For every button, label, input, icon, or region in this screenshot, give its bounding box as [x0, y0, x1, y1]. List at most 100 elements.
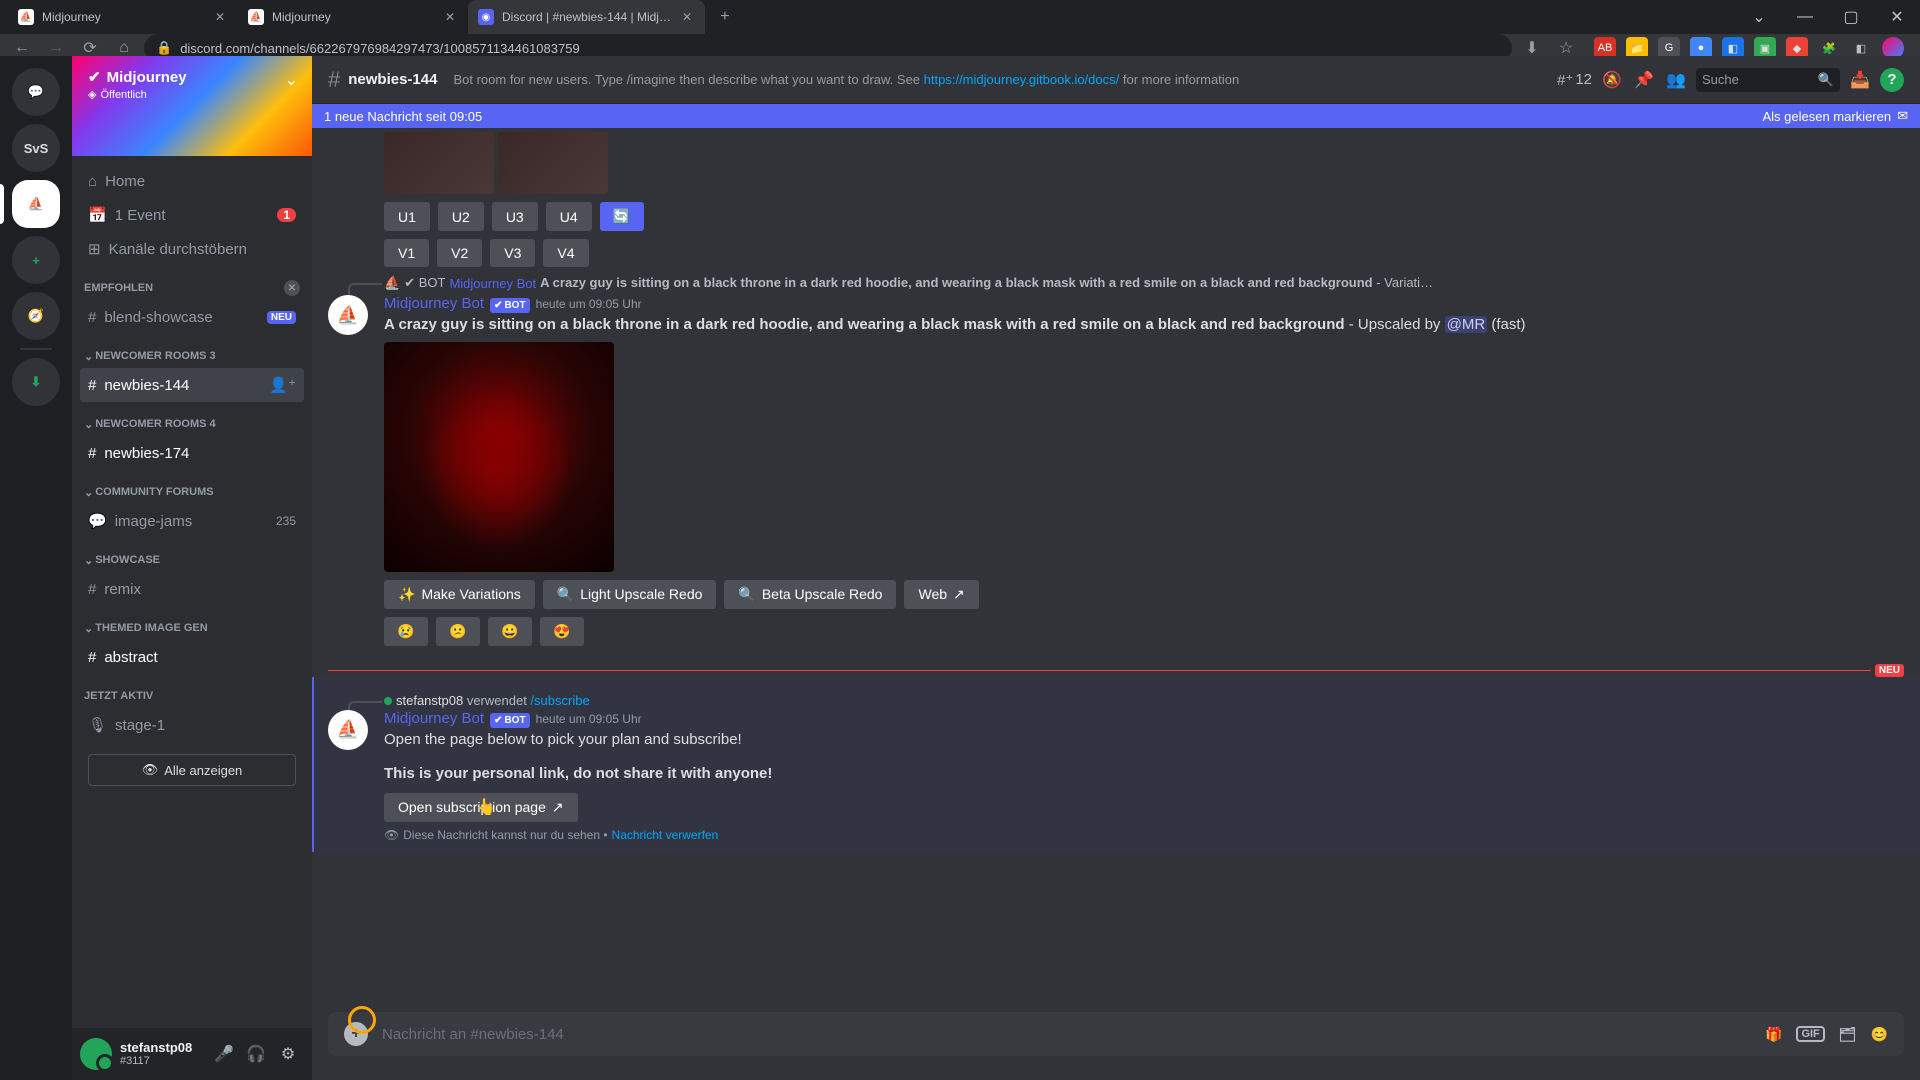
close-icon[interactable]: ✕ — [212, 9, 228, 25]
upscale-1-button[interactable]: U1 — [384, 202, 430, 231]
events-item[interactable]: 📅1 Event1 — [80, 198, 304, 232]
open-subscription-button[interactable]: Open subscription page↗ — [384, 793, 578, 822]
mute-button[interactable]: 🎤 — [208, 1038, 240, 1070]
server-bubble[interactable]: SvS — [12, 124, 60, 172]
web-button[interactable]: Web↗ — [904, 580, 978, 609]
minimize-icon[interactable]: — — [1782, 1, 1828, 33]
command-use-context[interactable]: stefanstp08 verwendet /subscribe — [384, 693, 1904, 708]
topic-link[interactable]: https://midjourney.gitbook.io/docs/ — [924, 72, 1120, 87]
server-header[interactable]: ✔Midjourney ◈Öffentlich ⌄ — [72, 56, 312, 156]
home-item[interactable]: ⌂Home — [80, 164, 304, 198]
close-window-icon[interactable]: ✕ — [1874, 1, 1920, 33]
user-avatar[interactable] — [80, 1038, 112, 1070]
maximize-icon[interactable]: ▢ — [1828, 1, 1874, 33]
user-mention[interactable]: @MR — [1445, 316, 1488, 333]
category-active-now[interactable]: JETZT AKTIV — [80, 684, 304, 708]
user-info[interactable]: stefanstp08 #3117 — [120, 1041, 192, 1067]
upscale-3-button[interactable]: U3 — [492, 202, 538, 231]
dismiss-icon[interactable]: ✕ — [284, 280, 300, 296]
message-author[interactable]: Midjourney Bot — [384, 710, 484, 727]
attach-button[interactable]: + — [344, 1022, 368, 1046]
channel-newbies-174[interactable]: #newbies-174 — [80, 436, 304, 470]
reply-context[interactable]: ⛵ ✔ BOT Midjourney Bot A crazy guy is si… — [384, 275, 1904, 291]
inbox-button[interactable]: 📥 — [1848, 68, 1872, 92]
category-showcase[interactable]: ⌄SHOWCASE — [80, 548, 304, 572]
category-recommended[interactable]: EMPFOHLEN✕ — [80, 276, 304, 300]
server-bubble-active[interactable]: ⛵ — [12, 180, 60, 228]
image-attachment[interactable] — [384, 342, 614, 572]
category-themed[interactable]: ⌄THEMED IMAGE GEN — [80, 616, 304, 640]
category-newcomer4[interactable]: ⌄NEWCOMER ROOMS 4 — [80, 412, 304, 436]
stage-icon: 🎙 — [88, 716, 107, 734]
discord-home-button[interactable]: 💬 — [12, 68, 60, 116]
new-divider: NEU — [328, 664, 1904, 677]
command-name: /subscribe — [530, 693, 589, 708]
help-button[interactable]: ? — [1880, 68, 1904, 92]
download-apps-button[interactable]: ⬇ — [12, 358, 60, 406]
image-attachment[interactable] — [384, 132, 494, 194]
reaction-button[interactable]: 😕 — [436, 617, 480, 646]
members-button[interactable]: 👥 — [1664, 68, 1688, 92]
deafen-button[interactable]: 🎧 — [240, 1038, 272, 1070]
emoji-button[interactable]: 😊 — [1871, 1026, 1888, 1043]
reaction-button[interactable]: 😀 — [488, 617, 532, 646]
input-placeholder: Nachricht an #newbies-144 — [382, 1026, 1751, 1043]
add-person-icon[interactable]: 👤⁺ — [269, 376, 296, 394]
beta-upscale-button[interactable]: 🔍Beta Upscale Redo — [724, 580, 896, 609]
new-message-bar[interactable]: 1 neue Nachricht seit 09:05 Als gelesen … — [312, 104, 1920, 128]
channel-image-jams[interactable]: 💬image-jams235 — [80, 504, 304, 538]
message-author[interactable]: Midjourney Bot — [384, 295, 484, 312]
category-forums[interactable]: ⌄COMMUNITY FORUMS — [80, 480, 304, 504]
add-server-button[interactable]: + — [12, 236, 60, 284]
close-icon[interactable]: ✕ — [679, 9, 695, 25]
variation-4-button[interactable]: V4 — [543, 239, 588, 267]
message-input[interactable]: + Nachricht an #newbies-144 🎁 GIF 🗂 😊 — [328, 1012, 1904, 1056]
dismiss-message-link[interactable]: Nachricht verwerfen — [612, 828, 719, 842]
status-dot-icon — [384, 697, 392, 705]
explore-servers-button[interactable]: 🧭 — [12, 292, 60, 340]
search-input[interactable]: Suche🔍 — [1696, 68, 1840, 92]
variation-3-button[interactable]: V3 — [490, 239, 535, 267]
browse-channels-item[interactable]: ⊞Kanäle durchstöbern — [80, 232, 304, 266]
upscale-2-button[interactable]: U2 — [438, 202, 484, 231]
light-upscale-button[interactable]: 🔍Light Upscale Redo — [543, 580, 717, 609]
browser-tab-active[interactable]: ◉ Discord | #newbies-144 | Midj… ✕ — [468, 0, 705, 34]
image-attachment[interactable] — [498, 132, 608, 194]
bot-avatar[interactable]: ⛵ — [328, 295, 368, 335]
variation-2-button[interactable]: V2 — [437, 239, 482, 267]
channel-blend-showcase[interactable]: #blend-showcaseNEU — [80, 300, 304, 334]
reaction-button[interactable]: 😢 — [384, 617, 428, 646]
reaction-button[interactable]: 😍 — [540, 617, 584, 646]
close-icon[interactable]: ✕ — [442, 9, 458, 25]
threads-button[interactable]: #⁺12 — [1557, 71, 1592, 89]
new-tab-button[interactable]: + — [711, 3, 739, 31]
channel-newbies-144[interactable]: #newbies-144👤⁺ — [80, 368, 304, 402]
show-all-button[interactable]: 👁Alle anzeigen — [88, 754, 296, 786]
sticker-button[interactable]: 🗂 — [1839, 1026, 1857, 1043]
notifications-button[interactable]: 🔕 — [1600, 68, 1624, 92]
upscale-4-button[interactable]: U4 — [546, 202, 592, 231]
favicon-icon: ⛵ — [248, 9, 264, 25]
settings-button[interactable]: ⚙ — [272, 1038, 304, 1070]
channel-topic[interactable]: Bot room for new users. Type /imagine th… — [453, 72, 1549, 87]
pinned-button[interactable]: 📌 — [1632, 68, 1656, 92]
channel-abstract[interactable]: #abstract — [80, 640, 304, 674]
channel-remix[interactable]: #remix — [80, 572, 304, 606]
browser-tab[interactable]: ⛵ Midjourney ✕ — [8, 0, 238, 34]
reroll-button[interactable]: 🔄 — [600, 202, 644, 231]
variation-1-button[interactable]: V1 — [384, 239, 429, 267]
bot-tag: ✔ BOT — [404, 275, 445, 291]
category-newcomer3[interactable]: ⌄NEWCOMER ROOMS 3 — [80, 344, 304, 368]
gif-button[interactable]: GIF — [1796, 1026, 1824, 1042]
channel-stage-1[interactable]: 🎙stage-1 — [80, 708, 304, 742]
chevron-down-icon: ⌄ — [84, 486, 93, 499]
bot-avatar[interactable]: ⛵ — [328, 710, 368, 750]
gift-button[interactable]: 🎁 — [1765, 1026, 1782, 1043]
forward-button[interactable]: → — [42, 34, 70, 62]
browser-tab[interactable]: ⛵ Midjourney ✕ — [238, 0, 468, 34]
message-timestamp: heute um 09:05 Uhr — [536, 712, 642, 726]
chevron-down-icon[interactable]: ⌄ — [1736, 1, 1782, 33]
calendar-icon: 📅 — [88, 206, 107, 224]
make-variations-button[interactable]: ✨Make Variations — [384, 580, 535, 609]
favicon-icon: ⛵ — [18, 9, 34, 25]
